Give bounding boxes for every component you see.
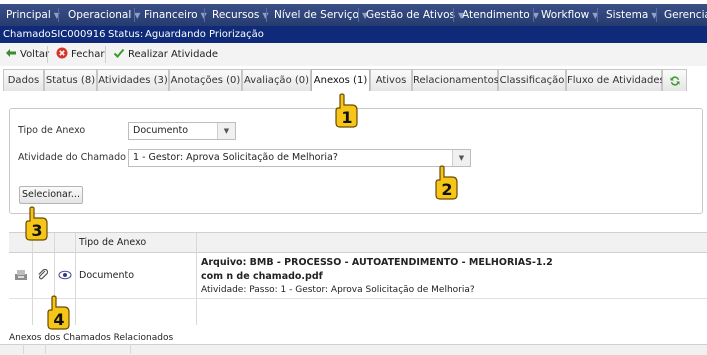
fechar-button[interactable]: Fechar [56,46,104,63]
refresh-tab-button[interactable] [662,69,687,91]
realizar-atividade-button[interactable]: Realizar Atividade [113,46,218,63]
atividade-chamado-select[interactable]: 1 - Gestor: Aprova Solicitação de Melhor… [128,149,471,167]
tab-status[interactable]: Status (8) [44,69,97,91]
row-arquivo-line2[interactable]: com n de chamado.pdf [201,271,323,282]
paperclip-icon[interactable] [37,269,49,281]
chamado-value: SIC000916 [51,29,106,40]
pointer-callout-2: 2 [435,165,458,200]
main-menu-bar: Principal▼ Operacional▼ Financeiro▼ Recu… [0,4,707,26]
chevron-down-icon: ▼ [134,11,141,20]
tab-classificacao[interactable]: Classificação [498,69,566,91]
menu-financeiro[interactable]: Financeiro▼ [144,4,207,26]
menu-atendimento[interactable]: Atendimento ▼ [462,4,539,26]
tab-fluxo-atividades[interactable]: Fluxo de Atividades [566,69,665,91]
svg-text:4: 4 [53,310,64,329]
action-toolbar: Voltar Fechar Realizar Atividade [0,43,707,67]
tab-anexos[interactable]: Anexos (1) [311,69,370,92]
eye-icon[interactable] [58,270,72,280]
menu-gestao-ativos[interactable]: Gestão de Ativos ▼ [366,4,464,26]
related-grid-header [0,344,707,355]
tab-atividades[interactable]: Atividades (3) [97,69,169,91]
ticket-info-bar: Chamado: SIC000916 Status: Aguardando Pr… [0,26,707,43]
status-label: Status: [108,29,144,40]
menu-principal[interactable]: Principal ▼ [6,4,60,26]
header-tipo-anexo: Tipo de Anexo [79,237,147,248]
selecionar-button[interactable]: Selecionar... [19,186,83,204]
status-value: Aguardando Priorização [145,29,264,40]
tab-ativos[interactable]: Ativos [370,69,412,91]
check-icon [113,48,125,58]
tipo-anexo-label: Tipo de Anexo [18,125,86,136]
close-circle-icon [56,47,68,59]
pointer-callout-4: 4 [47,295,70,330]
atividade-chamado-label: Atividade do Chamado [18,152,126,163]
row-arquivo-line1[interactable]: Arquivo: BMB - PROCESSO - AUTOATENDIMENT… [201,257,553,268]
svg-text:2: 2 [441,180,452,199]
menu-operacional[interactable]: Operacional ▼ [68,4,140,26]
related-attachments-section: Anexos dos Chamados Relacionados [0,326,707,355]
menu-nivel-servico[interactable]: Nível de Serviço ▼ [274,4,368,26]
chamado-label: Chamado: [3,29,55,40]
voltar-button[interactable]: Voltar [5,46,49,63]
row-atividade: Atividade: Passo: 1 - Gestor: Aprova Sol… [201,285,475,295]
menu-gerencial[interactable]: Gerencial [664,4,707,26]
menu-recursos[interactable]: Recursos▼ [212,4,269,26]
refresh-icon [670,76,679,86]
related-title: Anexos dos Chamados Relacionados [9,333,174,343]
tab-avaliacao[interactable]: Avaliação (0) [242,69,311,91]
svg-text:1: 1 [341,108,352,127]
arrow-left-icon [6,49,16,57]
pointer-callout-3: 3 [25,206,48,241]
tipo-anexo-select[interactable]: Documento ▼ [128,122,236,140]
pointer-callout-1: 1 [335,93,358,128]
tab-anotacoes[interactable]: Anotações (0) [169,69,242,91]
chevron-down-icon[interactable]: ▼ [452,150,470,166]
tab-dados[interactable]: Dados [3,69,44,91]
attachments-grid: Tipo de Anexo Documento Arquivo: BMB - P… [9,232,707,325]
menu-sistema[interactable]: Sistema ▼ [606,4,657,26]
chevron-down-icon[interactable]: ▼ [217,123,235,139]
tab-bar: Dados Status (8) Atividades (3) Anotaçõe… [0,66,707,92]
row-tipo-anexo: Documento [79,270,135,281]
download-icon[interactable] [14,269,28,281]
menu-workflow[interactable]: Workflow ▼ [541,4,598,26]
tab-relacionamentos[interactable]: Relacionamentos [412,69,499,91]
svg-text:3: 3 [31,221,42,240]
